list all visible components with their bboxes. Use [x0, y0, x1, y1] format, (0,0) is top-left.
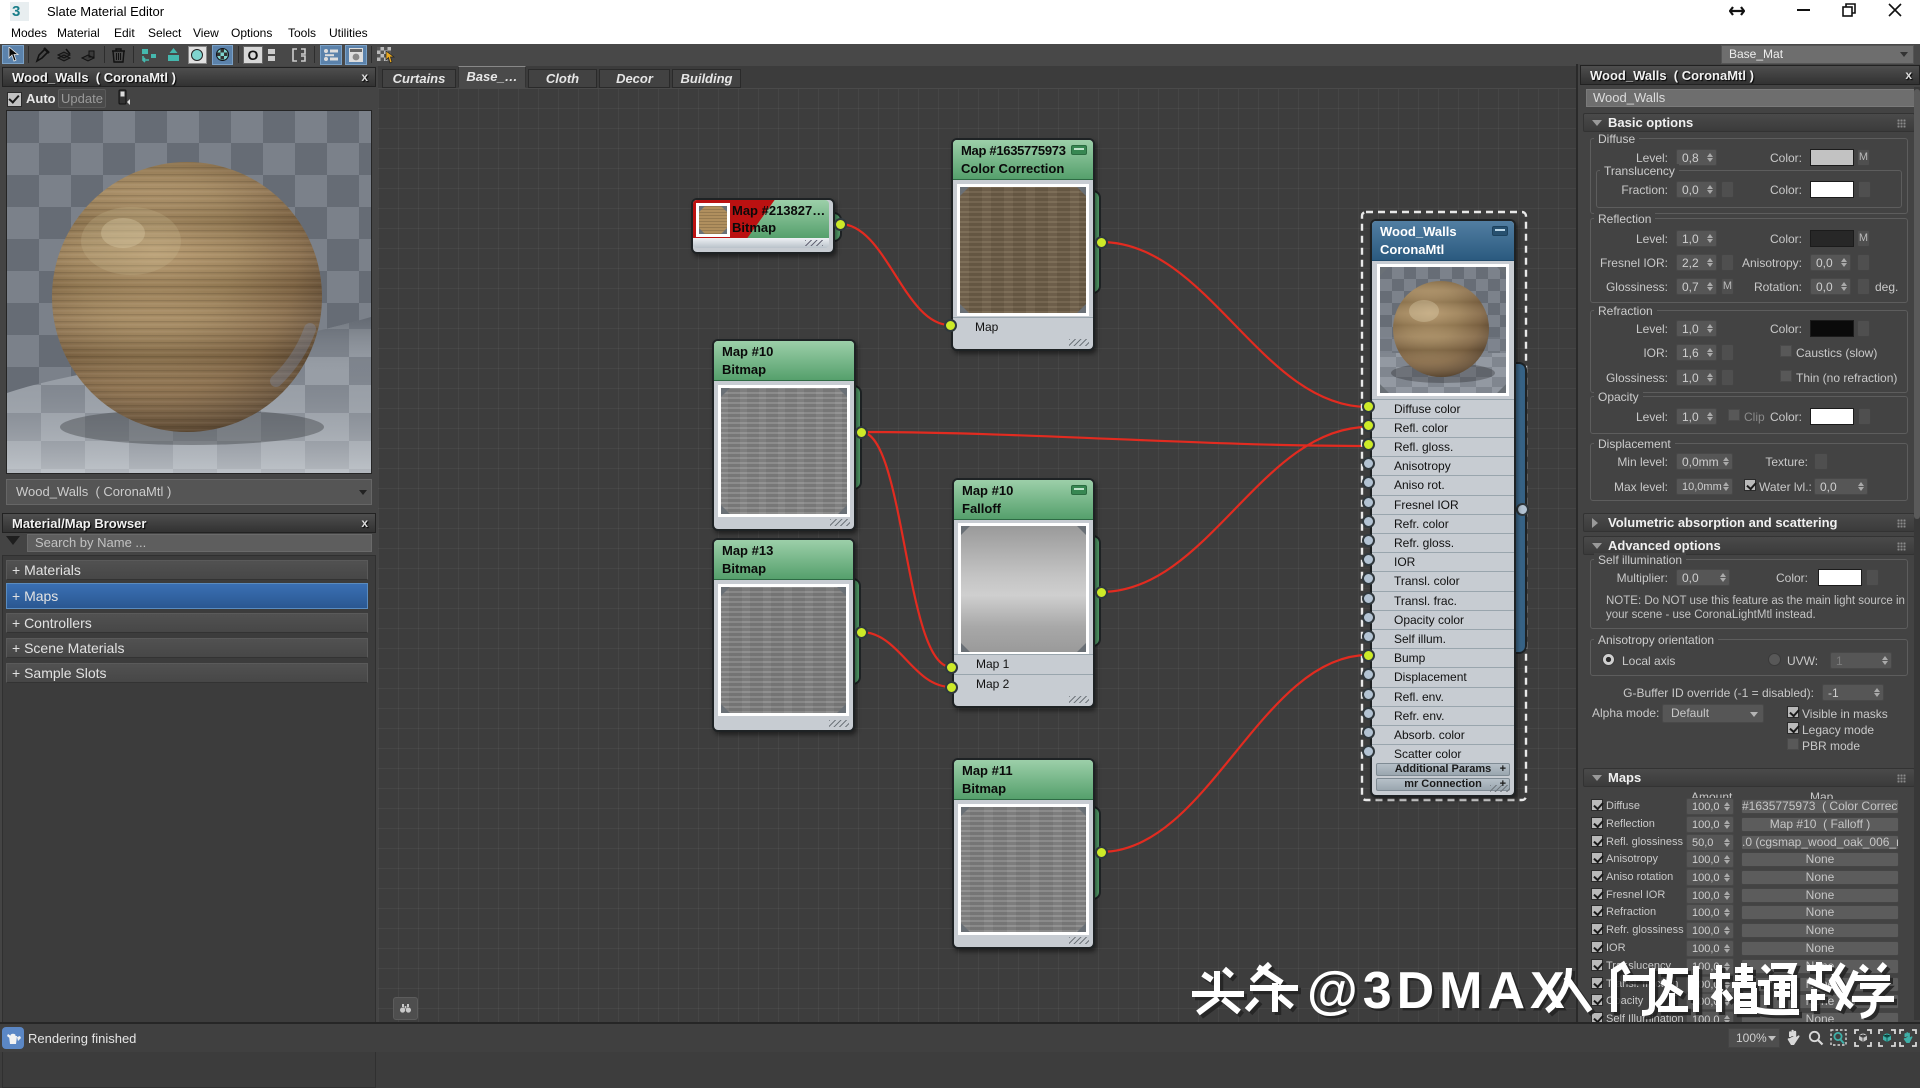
svg-text:@3DMAX: @3DMAX — [1307, 962, 1570, 1020]
